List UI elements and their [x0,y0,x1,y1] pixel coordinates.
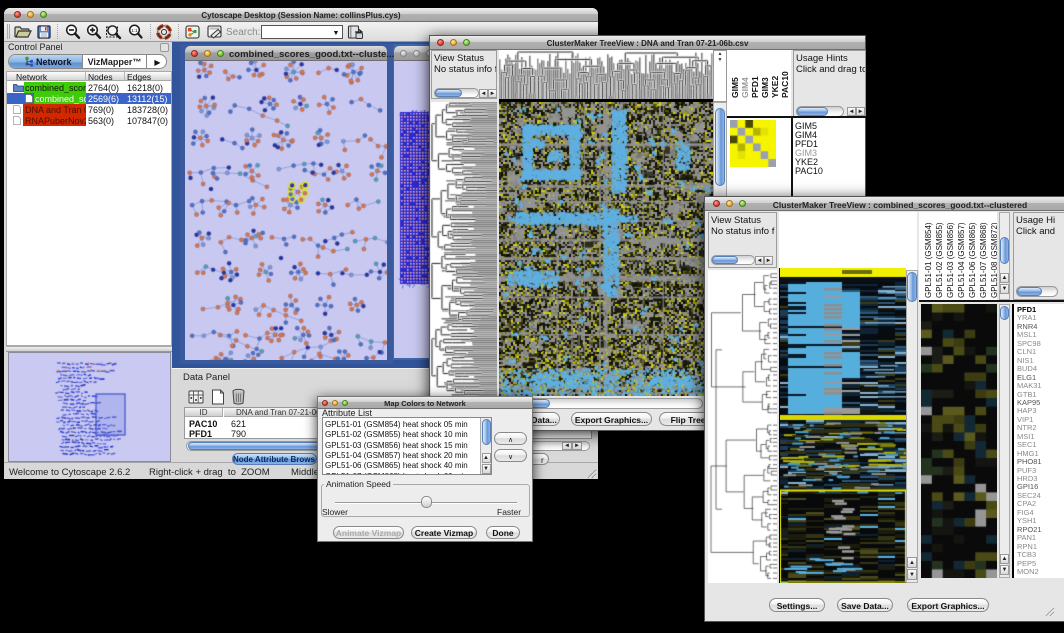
svg-text:1:1: 1:1 [131,28,138,33]
